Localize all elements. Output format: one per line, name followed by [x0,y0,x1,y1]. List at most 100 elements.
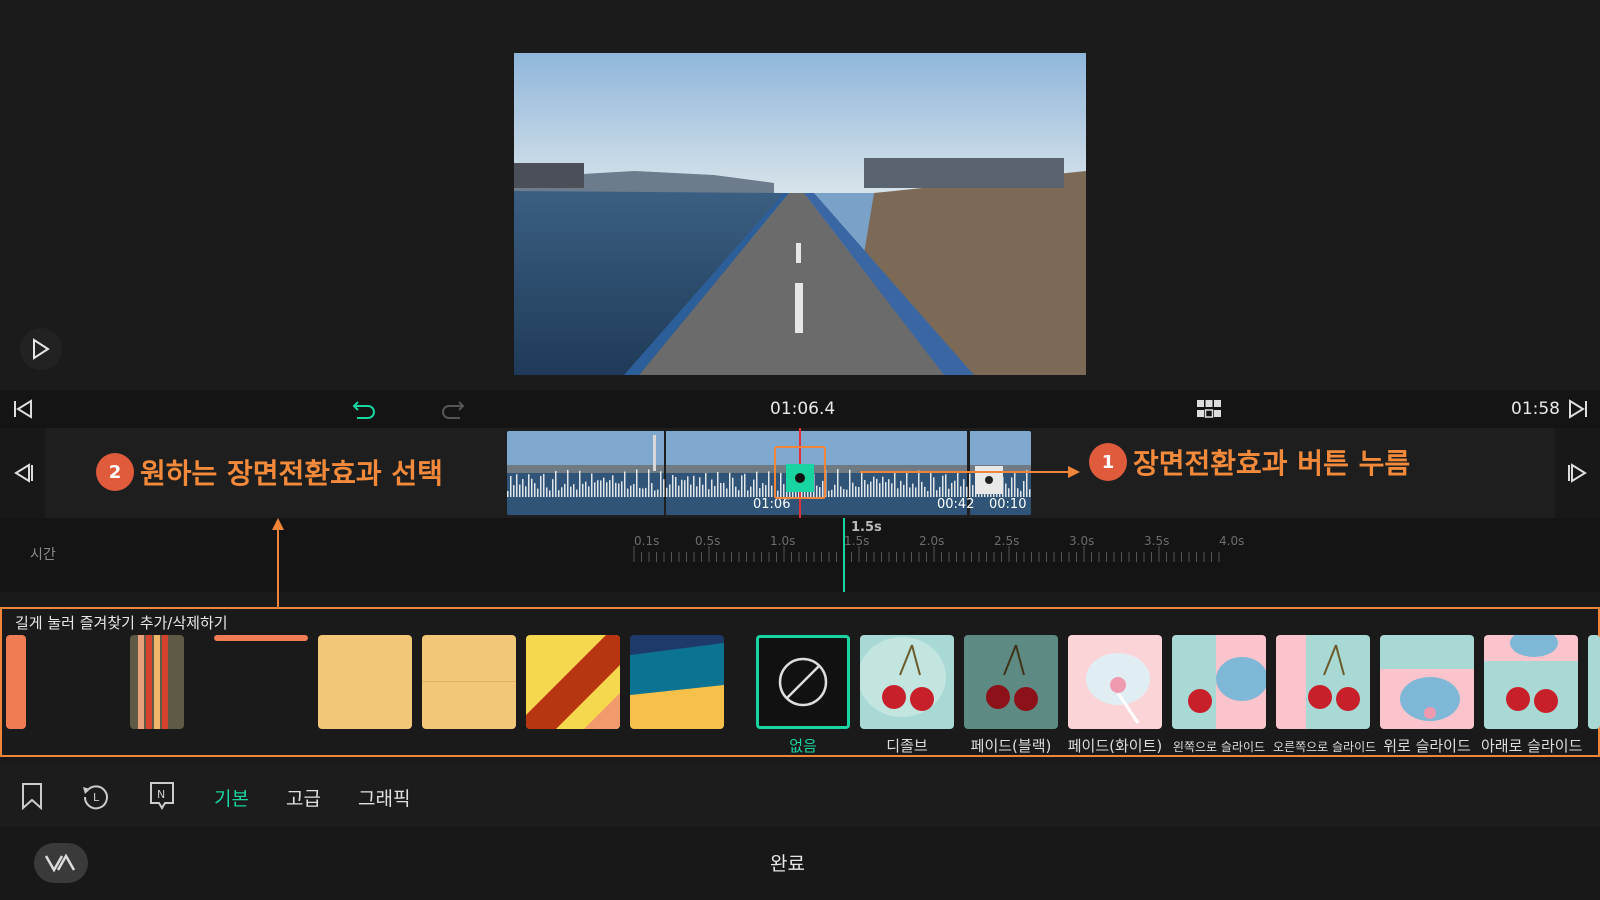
favorite-thumb-4[interactable] [318,635,412,729]
bookmark-tab[interactable] [16,780,48,812]
step-2-text: 원하는 장면전환효과 선택 [140,457,443,490]
favorite-thumb-1[interactable] [6,635,26,729]
lollipop-thumbnail [1086,653,1150,724]
slide-left-thumbnail [1172,635,1266,729]
grid-icon [1197,400,1221,418]
annotation-arrow-2 [272,518,284,608]
bookmark-icon [22,783,42,810]
transition-fade-white[interactable] [1068,635,1162,729]
tick-3-5s: 3.5s [1144,534,1170,548]
clip-label-left: 01:06 [753,497,791,512]
prev-frame-button[interactable] [0,428,45,518]
transition-slide-right[interactable] [1276,635,1370,729]
favorites-hint: 길게 눌러 즐겨찾기 추가/삭제하기 [15,614,228,632]
tick-0-5s: 0.5s [695,534,721,548]
duration-slider-row: 시간 0.1s 0.5s 1.0s 1.5s 2.0s 2.5s 3.0s 3.… [0,518,1600,592]
video-frame-image [514,53,1086,375]
skip-to-start-button[interactable] [8,397,38,421]
tab-graphic[interactable]: 그래픽 [358,784,410,811]
stripes-thumbnail [130,635,184,729]
transition-fade-white-label: 페이드(화이트) [1067,737,1163,755]
transition-icon [795,473,805,483]
layout-grid-button[interactable] [1195,397,1223,421]
tick-1-0s: 1.0s [770,534,796,548]
play-icon [33,338,50,360]
undo-button[interactable] [349,397,379,421]
video-preview [514,53,1086,375]
tab-basic[interactable]: 기본 [214,784,249,811]
timeline-clip-row: 2 원하는 장면전환효과 선택 01:06 00:42 00:10 1 장면전환… [0,428,1600,518]
transition-dissolve[interactable] [860,635,954,729]
slide-right-thumbnail [1276,635,1370,729]
transition-slide-right-label: 오른쪽으로 슬라이드 [1273,740,1377,754]
app-logo[interactable] [34,843,88,883]
skip-to-end-button[interactable] [1563,397,1593,421]
transition-button[interactable] [786,464,814,492]
slide-down-thumbnail [1484,635,1578,729]
step-2-badge: 2 [96,453,134,491]
transition-slide-left-label: 왼쪽으로 슬라이드 [1172,740,1266,754]
preview-area [0,0,1600,390]
duration-selector[interactable] [843,518,845,592]
tick-1-5s: 1.5s [844,534,870,548]
done-button[interactable]: 완료 [770,849,805,876]
skip-start-icon [14,399,32,419]
transition-effects-panel: 길게 눌러 즐겨찾기 추가/삭제하기 없음 디졸브 페이드(블랙) 페이드(화이… [0,607,1600,757]
play-button[interactable] [20,328,62,370]
favorite-thumb-3[interactable] [214,635,308,641]
next-frame-button[interactable] [1555,428,1600,518]
annotation-step-2: 2 원하는 장면전환효과 선택 [96,452,443,492]
playback-control-bar: 01:06.4 01:58 [0,390,1600,428]
tab-advanced[interactable]: 고급 [286,784,321,811]
skip-end-icon [1569,399,1587,419]
clip-label-right: 00:10 [989,497,1027,512]
waves-thumbnail [630,635,724,729]
svg-text:N: N [157,788,165,801]
slide-up-thumbnail [1380,635,1474,729]
current-time: 01:06.4 [770,399,836,419]
redo-icon [442,401,465,419]
total-time: 01:58 [1511,399,1560,419]
diagonal-thumbnail [526,635,620,729]
tick-2-5s: 2.5s [994,534,1020,548]
duration-selected-value: 1.5s [851,520,882,535]
transition-slide-up-label: 위로 슬라이드 [1383,737,1471,755]
transition-slide-left[interactable] [1172,635,1266,729]
svg-text:L: L [93,791,100,804]
transition-dissolve-label: 디졸브 [886,737,928,755]
new-icon: N [150,782,174,810]
step-1-text: 장면전환효과 버튼 누름 [1133,447,1411,480]
transition-next-partial[interactable] [1588,635,1600,729]
tick-0-1s: 0.1s [634,534,660,548]
favorite-thumb-7[interactable] [630,635,724,729]
duration-ruler[interactable] [0,518,1600,592]
favorite-thumb-2[interactable] [130,635,184,729]
bottom-action-bar: 완료 [0,827,1600,900]
vllo-logo-icon [44,853,76,873]
none-icon [778,657,828,707]
transition-slide-up[interactable] [1380,635,1474,729]
annotation-step-1: 1 장면전환효과 버튼 누름 [1089,442,1410,482]
category-tab-bar: L N 기본 고급 그래픽 [0,765,1600,827]
undo-icon [352,401,375,419]
annotation-arrow-1 [860,466,1080,478]
step-1-badge: 1 [1089,443,1127,481]
prev-frame-icon [13,463,33,483]
redo-button[interactable] [438,397,468,421]
cherry-dark-thumbnail [986,644,1038,711]
tick-4-0s: 4.0s [1219,534,1245,548]
clip-label-mid: 00:42 [937,497,975,512]
transition-fade-black[interactable] [964,635,1058,729]
recent-tab[interactable]: L [80,780,112,812]
transition-none[interactable] [756,635,850,729]
transition-slide-down[interactable] [1484,635,1578,729]
transition-none-label: 없음 [789,737,817,755]
history-icon: L [83,785,108,810]
tick-2-0s: 2.0s [919,534,945,548]
transition-slide-down-label: 아래로 슬라이드 [1481,737,1583,755]
cherry-thumbnail [860,637,946,717]
transition-fade-black-label: 페이드(블랙) [970,737,1052,755]
favorite-thumb-5[interactable] [422,635,516,729]
favorite-thumb-6[interactable] [526,635,620,729]
new-tab[interactable]: N [146,780,178,812]
